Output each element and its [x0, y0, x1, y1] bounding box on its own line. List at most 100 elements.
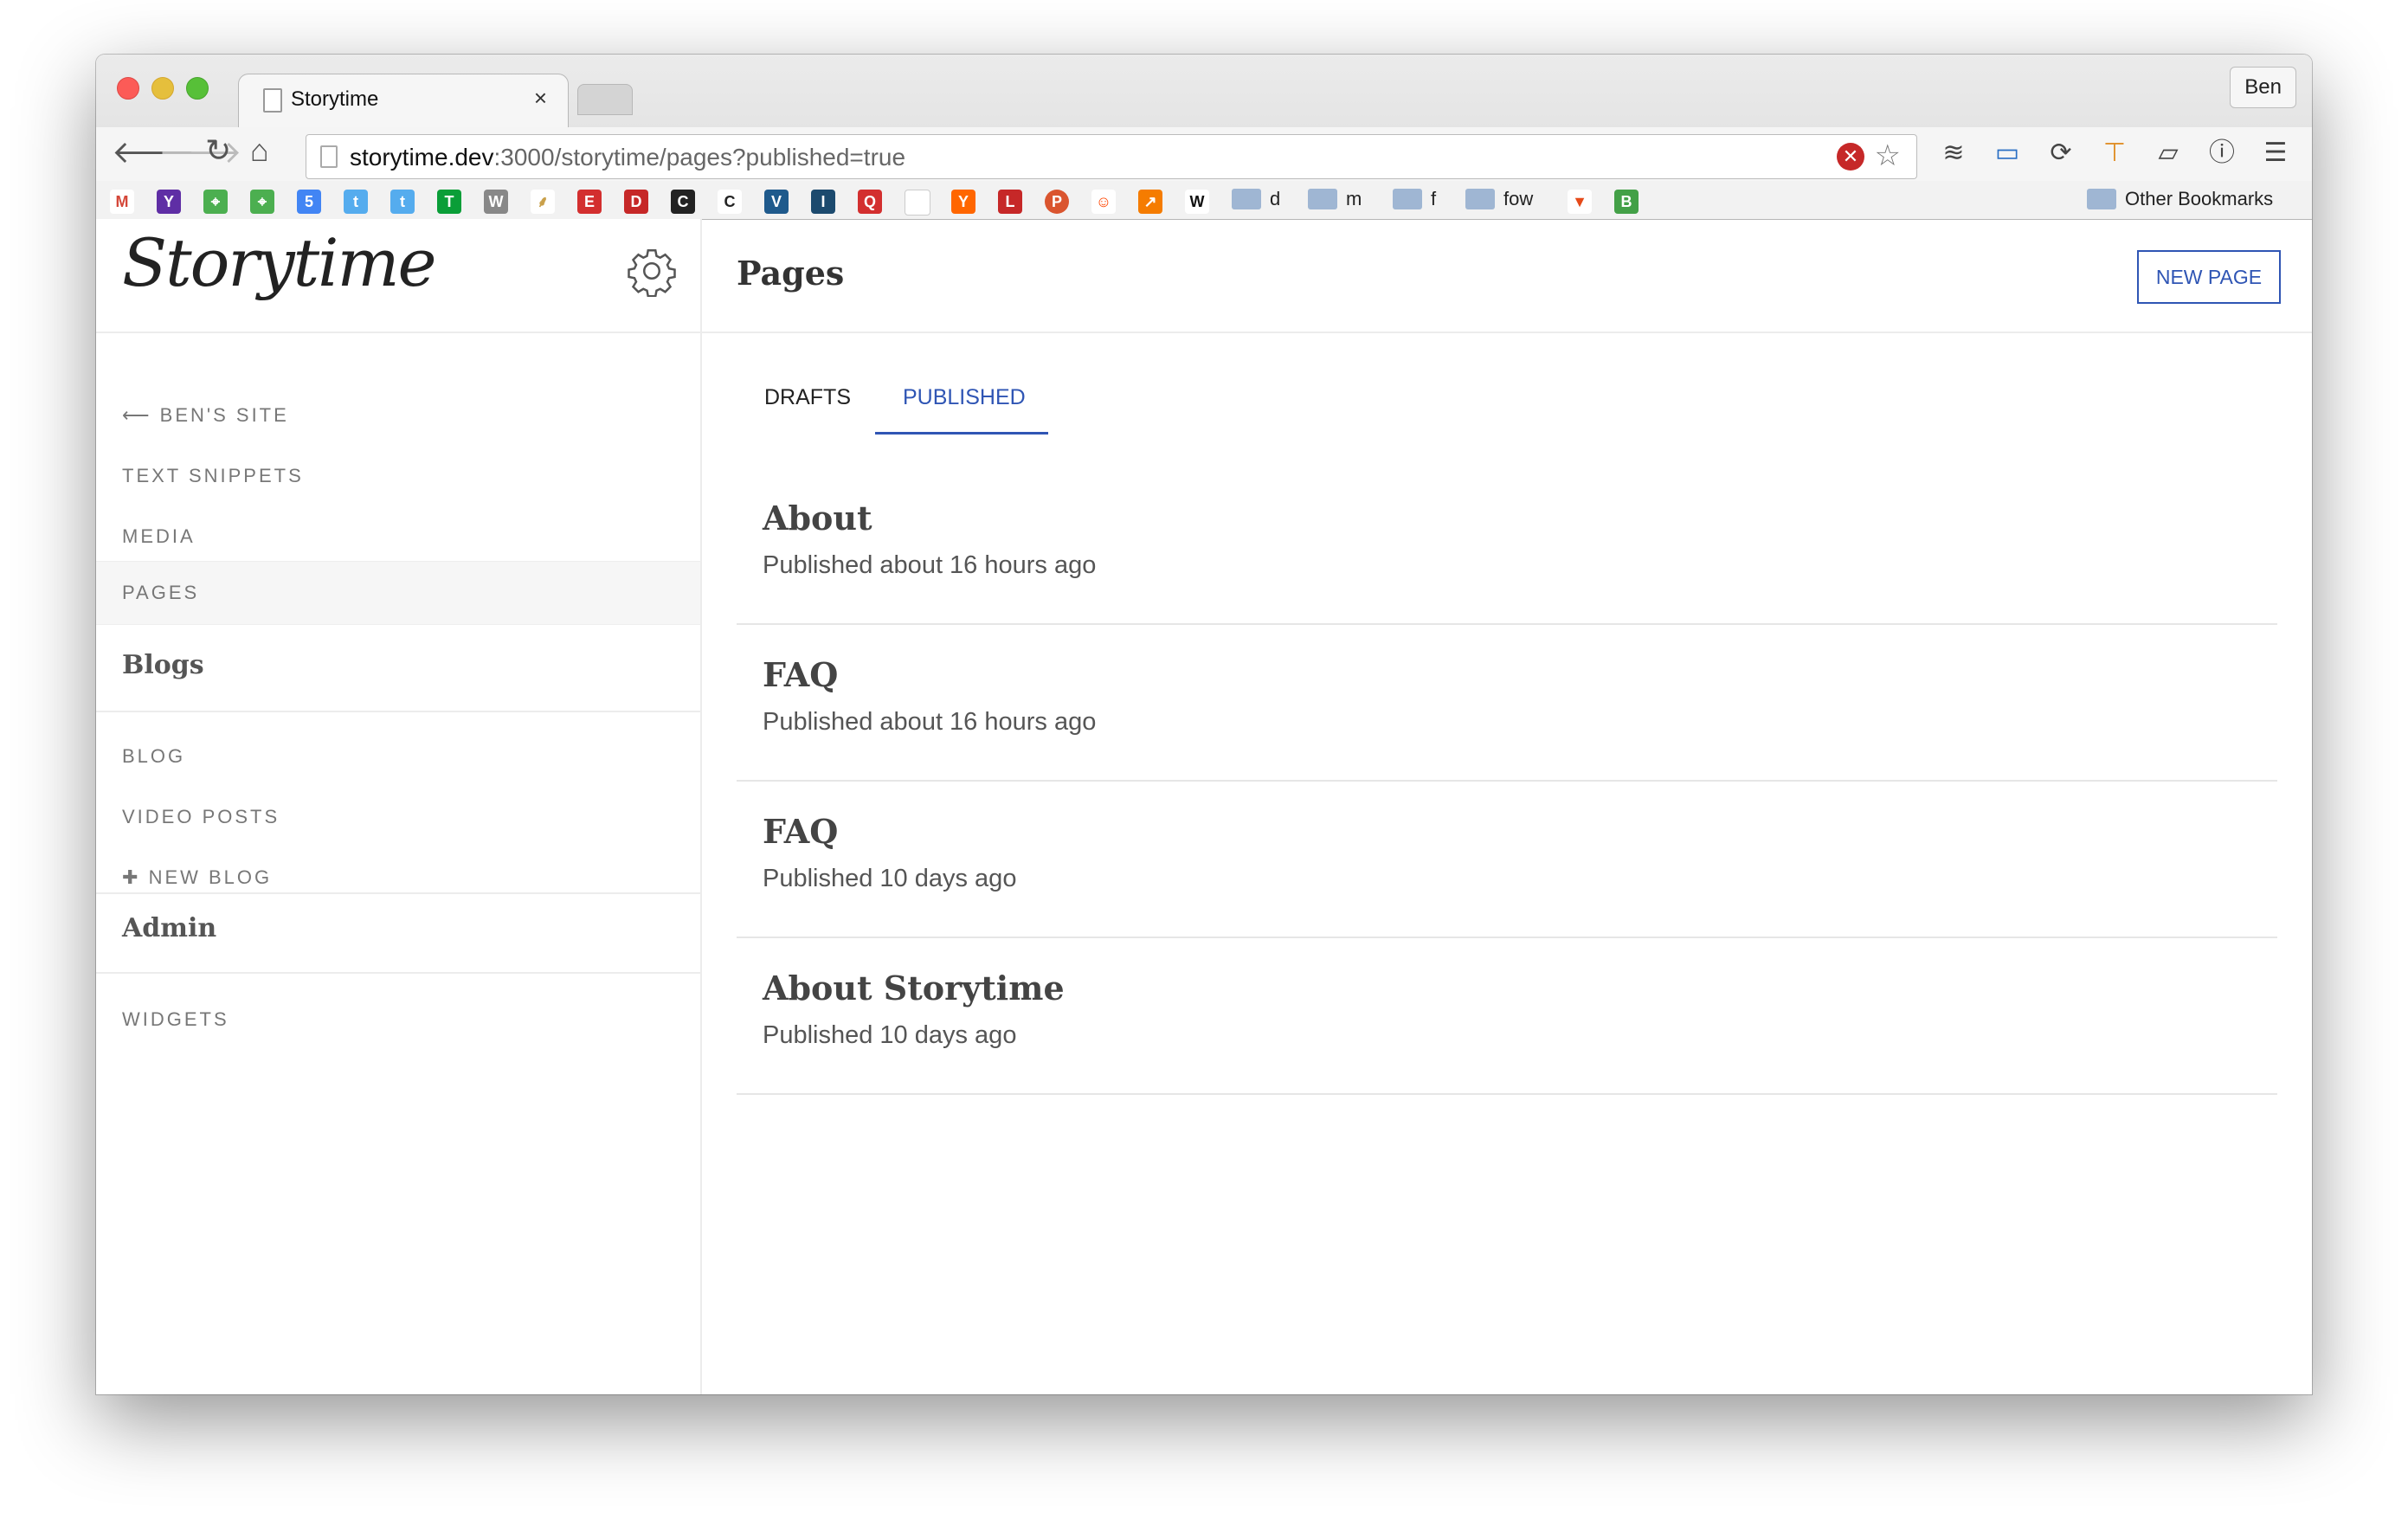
yahoo-bookmark-icon[interactable]: Y [157, 190, 181, 214]
b-bookmark-icon[interactable]: B [1614, 190, 1639, 214]
folder-icon [1232, 189, 1261, 209]
main-content: Pages NEW PAGE DRAFTS PUBLISHED About Pu… [702, 219, 2312, 1394]
twitter-bookmark-icon[interactable]: t [344, 190, 368, 214]
l-bookmark-icon[interactable]: L [998, 190, 1022, 214]
close-window-button[interactable] [117, 77, 139, 100]
tab-drafts[interactable]: DRAFTS [764, 385, 851, 410]
new-page-button[interactable]: NEW PAGE [2137, 250, 2281, 304]
storytime-logo[interactable]: Storytime [122, 224, 437, 301]
d-bookmark-icon[interactable]: D [624, 190, 648, 214]
page-item-status: Published about 16 hours ago [763, 551, 1097, 579]
folder-icon [1308, 189, 1337, 209]
tab-close-icon[interactable]: × [534, 85, 547, 112]
page-item-title[interactable]: About Storytime [763, 969, 1065, 1007]
home-icon[interactable]: ⌂ [250, 132, 269, 169]
reddit-bookmark-icon[interactable]: ☺ [1091, 190, 1116, 214]
folder-icon [1393, 189, 1422, 209]
folder-icon [2087, 189, 2116, 209]
password-manager-icon[interactable]: ⓘ [2206, 138, 2237, 169]
page-item-title[interactable]: FAQ [763, 655, 838, 694]
nyt-bookmark-icon[interactable]: C [718, 190, 742, 214]
app-content: Storytime ⟵ BEN'S SITE TEXT SNIPPETS MED… [96, 219, 2312, 1394]
browser-tab[interactable]: Storytime × [238, 74, 569, 128]
new-blog-label: NEW BLOG [148, 866, 273, 888]
sidebar-item-widgets[interactable]: WIDGETS [122, 1008, 229, 1031]
page-item-status: Published 10 days ago [763, 1021, 1017, 1049]
brave-bookmark-icon[interactable]: ▼ [1568, 190, 1592, 214]
folder-fow[interactable]: fow [1465, 188, 1533, 210]
v-bookmark-icon[interactable]: V [764, 190, 789, 214]
back-to-site-label: BEN'S SITE [159, 404, 289, 426]
producthunt-bookmark-icon[interactable]: P [1045, 190, 1069, 214]
tag-extension-icon[interactable]: ⊤ [2099, 138, 2130, 169]
other-bookmarks-folder[interactable]: Other Bookmarks [2087, 188, 2273, 210]
url-text[interactable]: storytime.dev:3000/storytime/pages?publi… [350, 144, 905, 171]
w-bookmark-icon[interactable]: W [1185, 190, 1209, 214]
sidebar-item-media[interactable]: MEDIA [122, 525, 196, 548]
chart-bookmark-icon[interactable]: ↗ [1138, 190, 1162, 214]
folder-label: m [1346, 188, 1362, 209]
main-header: Pages NEW PAGE [702, 219, 2312, 333]
new-tab-button[interactable] [577, 84, 633, 115]
settings-gear-icon[interactable] [626, 245, 678, 297]
url-path: :3000/storytime/pages?published=true [493, 144, 906, 171]
sidebar-item-blog[interactable]: BLOG [122, 745, 185, 768]
profile-button[interactable]: Ben [2230, 67, 2296, 108]
page-item-title[interactable]: FAQ [763, 812, 838, 851]
tab-published[interactable]: PUBLISHED [903, 385, 1026, 410]
techcrunch-bookmark-icon[interactable]: T [437, 190, 461, 214]
reload-icon[interactable]: ↻ [205, 132, 231, 169]
quora-bookmark-icon[interactable]: Q [858, 190, 882, 214]
divider [737, 780, 2277, 782]
sidebar-item-pages-label: PAGES [122, 582, 200, 603]
sidebar-item-video-posts[interactable]: VIDEO POSTS [122, 806, 280, 828]
twitter2-bookmark-icon[interactable]: t [390, 190, 415, 214]
maximize-window-button[interactable] [186, 77, 209, 100]
folder-icon [1465, 189, 1495, 209]
wheat-bookmark-icon[interactable]: ⸙ [531, 190, 555, 214]
bookmarks-bar: M Y ⌖ ⌖ 5 t t T W ⸙ E D C C V I Q Y L P … [96, 181, 2312, 219]
blogs-heading: Blogs [122, 650, 204, 680]
minimize-window-button[interactable] [151, 77, 174, 100]
maps2-bookmark-icon[interactable]: ⌖ [250, 190, 274, 214]
espn-bookmark-icon[interactable]: E [577, 190, 602, 214]
menu-icon[interactable]: ☰ [2260, 138, 2291, 169]
folder-d[interactable]: d [1232, 188, 1280, 210]
active-tab-indicator [875, 432, 1048, 434]
calendar-bookmark-icon[interactable]: 5 [297, 190, 321, 214]
wsj-bookmark-icon[interactable]: W [484, 190, 508, 214]
folder-m[interactable]: m [1308, 188, 1362, 210]
maps-bookmark-icon[interactable]: ⌖ [203, 190, 228, 214]
browser-toolbar: 🡐 🡒 ↻ ⌂ storytime.dev:3000/storytime/pag… [96, 127, 2312, 181]
adblock-icon[interactable]: ✕ [1837, 143, 1864, 171]
folder-label: d [1270, 188, 1281, 209]
folder-f[interactable]: f [1393, 188, 1436, 210]
new-blog-link[interactable]: ✚ NEW BLOG [122, 866, 272, 889]
screenshot-extension-icon[interactable]: ▭ [1992, 138, 2023, 169]
back-to-site-link[interactable]: ⟵ BEN'S SITE [122, 404, 289, 427]
folder-label: fow [1503, 188, 1534, 209]
address-bar[interactable]: storytime.dev:3000/storytime/pages?publi… [306, 134, 1917, 179]
divider [96, 972, 700, 974]
back-arrow-icon: ⟵ [122, 404, 152, 426]
bookmark-star-icon[interactable]: ☆ [1875, 138, 1901, 173]
page-item-status: Published 10 days ago [763, 865, 1017, 892]
cast-icon[interactable]: ▱ [2153, 138, 2184, 169]
plus-icon: ✚ [122, 866, 141, 888]
c-bookmark-icon[interactable]: C [671, 190, 695, 214]
sidebar-header: Storytime [96, 219, 700, 333]
page-item-status: Published about 16 hours ago [763, 708, 1097, 736]
blank-bookmark-icon[interactable] [905, 190, 930, 216]
divider [96, 711, 700, 712]
sync-extension-icon[interactable]: ⟳ [2045, 138, 2076, 169]
buffer-extension-icon[interactable]: ≋ [1938, 138, 1969, 169]
admin-heading: Admin [122, 913, 217, 943]
page-info-icon[interactable] [320, 145, 338, 168]
i-bookmark-icon[interactable]: I [811, 190, 835, 214]
page-item-title[interactable]: About [763, 499, 872, 537]
gmail-bookmark-icon[interactable]: M [110, 190, 134, 214]
sidebar-item-text-snippets[interactable]: TEXT SNIPPETS [122, 465, 304, 487]
sidebar-item-pages[interactable]: PAGES [96, 561, 700, 625]
hackernews-bookmark-icon[interactable]: Y [951, 190, 975, 214]
page-title: Pages [737, 254, 845, 293]
